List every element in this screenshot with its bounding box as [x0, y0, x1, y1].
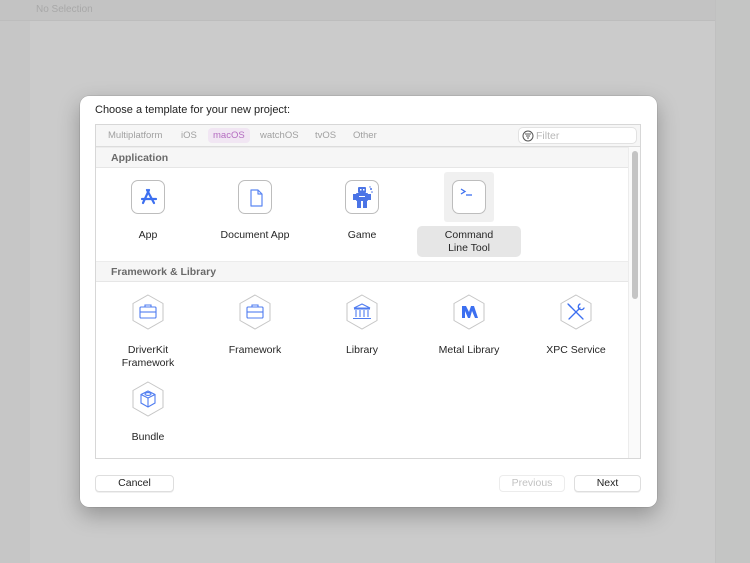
- template-chooser-panel: Multiplatform iOS macOS watchOS tvOS Oth…: [95, 124, 641, 459]
- tab-macos[interactable]: macOS: [208, 128, 250, 143]
- filter-icon: [522, 130, 534, 142]
- template-label: Command Line Tool: [417, 226, 521, 257]
- section-header-framework-library: Framework & Library: [96, 261, 628, 282]
- previous-button[interactable]: Previous: [499, 475, 565, 492]
- window-right-pane: [715, 0, 750, 563]
- vertical-scrollbar[interactable]: [628, 147, 640, 458]
- hexagon-frame: [132, 381, 164, 417]
- template-label: Bundle: [131, 431, 165, 443]
- template-label: Document App: [220, 229, 290, 241]
- hexagon-frame: [560, 294, 592, 330]
- template-label: Library: [345, 344, 379, 356]
- tab-tvos[interactable]: tvOS: [310, 128, 341, 143]
- template-label: Game: [347, 229, 377, 241]
- game-robot-icon: [353, 186, 373, 208]
- tab-multiplatform[interactable]: Multiplatform: [103, 128, 167, 143]
- template-label: App: [138, 229, 158, 241]
- toolbar-status-text: No Selection: [36, 4, 93, 15]
- hexagon-frame: [346, 294, 378, 330]
- tab-other[interactable]: Other: [348, 128, 382, 143]
- filter-input[interactable]: [536, 129, 634, 142]
- sheet-title: Choose a template for your new project:: [95, 104, 291, 116]
- next-button[interactable]: Next: [574, 475, 641, 492]
- cancel-button[interactable]: Cancel: [95, 475, 174, 492]
- template-label: Metal Library: [438, 344, 500, 356]
- hexagon-frame: [132, 294, 164, 330]
- document-icon: [250, 189, 263, 207]
- platform-tab-bar: Multiplatform iOS macOS watchOS tvOS Oth…: [96, 125, 640, 147]
- section-title: Framework & Library: [111, 266, 217, 278]
- scrollbar-thumb[interactable]: [632, 151, 638, 299]
- window-toolbar: No Selection: [0, 0, 715, 21]
- new-project-template-sheet: Choose a template for your new project: …: [80, 96, 657, 507]
- tab-ios[interactable]: iOS: [176, 128, 202, 143]
- section-header-application: Application: [96, 147, 628, 168]
- template-label: XPC Service: [546, 344, 606, 356]
- hexagon-frame: [239, 294, 271, 330]
- hexagon-frame: [453, 294, 485, 330]
- terminal-icon: [460, 188, 472, 196]
- tab-watchos[interactable]: watchOS: [255, 128, 304, 143]
- template-list: Application App Document App Game Comman…: [96, 147, 628, 458]
- app-store-icon: [140, 188, 158, 205]
- template-label: DriverKit Framework: [121, 344, 175, 369]
- section-title: Application: [111, 152, 169, 164]
- template-label: Framework: [228, 344, 282, 356]
- filter-field[interactable]: [518, 127, 637, 144]
- window-left-pane: [0, 0, 30, 563]
